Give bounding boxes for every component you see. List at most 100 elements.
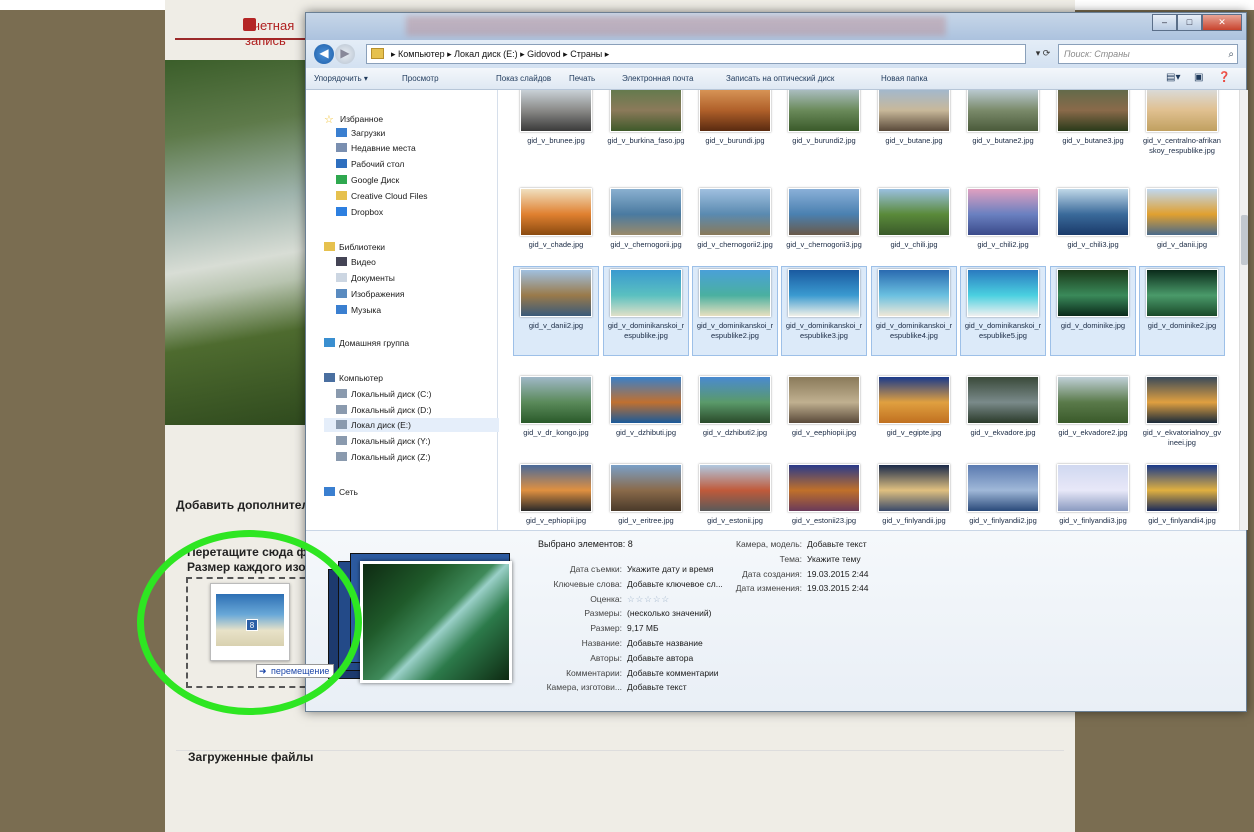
print-button[interactable]: Печать <box>569 74 595 83</box>
file-tile[interactable]: gid_v_ekvadore.jpg <box>960 374 1046 464</box>
view-button[interactable]: Просмотр <box>402 74 439 83</box>
file-tile[interactable]: gid_v_finlyandii4.jpg <box>1139 462 1225 530</box>
minimize-button[interactable]: – <box>1152 14 1177 31</box>
nav-item[interactable]: Сеть <box>324 485 358 499</box>
preview-pane-icon[interactable]: ▣ <box>1194 72 1203 83</box>
help-icon[interactable]: ❓ <box>1218 72 1230 83</box>
file-tile[interactable]: gid_v_dzhibuti.jpg <box>603 374 689 464</box>
detail-value[interactable]: Добавьте комментарии <box>627 668 719 678</box>
nav-item[interactable]: Домашняя группа <box>324 336 409 350</box>
nav-item[interactable]: Рабочий стол <box>336 157 404 171</box>
nav-item[interactable]: Загрузки <box>336 126 385 140</box>
slideshow-button[interactable]: Показ слайдов <box>496 74 551 83</box>
file-tile[interactable]: gid_v_ephiopii.jpg <box>513 462 599 530</box>
file-tile[interactable]: gid_v_butane3.jpg <box>1050 90 1136 172</box>
file-tile[interactable]: gid_v_butane.jpg <box>871 90 957 172</box>
file-tile[interactable]: gid_v_brunee.jpg <box>513 90 599 172</box>
file-tile[interactable]: gid_v_dominikanskoi_respublike4.jpg <box>871 266 957 356</box>
file-tile[interactable]: gid_v_dominikanskoi_respublike.jpg <box>603 266 689 356</box>
file-tile[interactable]: gid_v_chernogorii2.jpg <box>692 186 778 276</box>
nav-item[interactable]: Локальный диск (Y:) <box>336 434 431 448</box>
file-tile[interactable]: gid_v_dominikanskoi_respublike3.jpg <box>781 266 867 356</box>
refresh-button[interactable]: ▾ ⟳ <box>1028 44 1058 64</box>
detail-value[interactable]: (несколько значений) <box>627 608 711 618</box>
file-tile[interactable]: gid_v_eritree.jpg <box>603 462 689 530</box>
file-tile[interactable]: gid_v_estonii23.jpg <box>781 462 867 530</box>
scrollbar[interactable] <box>1239 90 1248 530</box>
detail-value[interactable]: Укажите тему <box>807 554 861 564</box>
file-tile[interactable]: gid_v_chili.jpg <box>871 186 957 276</box>
detail-value[interactable]: Добавьте текст <box>807 539 867 549</box>
file-thumbnail <box>610 269 682 317</box>
email-button[interactable]: Электронная почта <box>622 74 693 83</box>
file-tile[interactable]: gid_v_danii2.jpg <box>513 266 599 356</box>
nav-item[interactable]: Локал диск (E:) <box>324 418 504 432</box>
view-options-icon[interactable]: ▤▾ <box>1166 72 1180 83</box>
scrollbar-thumb[interactable] <box>1241 215 1248 265</box>
search-input[interactable]: Поиск: Страны ⌕ <box>1058 44 1238 64</box>
nav-item[interactable]: Документы <box>336 271 395 285</box>
nav-item[interactable]: Недавние места <box>336 141 416 155</box>
nav-item[interactable]: ☆ Избранное <box>324 112 383 126</box>
file-tile[interactable]: gid_v_dominike2.jpg <box>1139 266 1225 356</box>
file-tile[interactable]: gid_v_chili2.jpg <box>960 186 1046 276</box>
file-tile[interactable]: gid_v_chade.jpg <box>513 186 599 276</box>
detail-value[interactable]: 9,17 МБ <box>627 623 659 633</box>
new-folder-button[interactable]: Новая папка <box>881 74 928 83</box>
search-icon[interactable]: ⌕ <box>1228 46 1234 64</box>
detail-value[interactable]: ☆☆☆☆☆ <box>627 594 670 605</box>
detail-value[interactable]: Добавьте автора <box>627 653 693 663</box>
file-tile[interactable]: gid_v_ekvadore2.jpg <box>1050 374 1136 464</box>
forward-button[interactable]: ▶ <box>335 44 355 64</box>
detail-value[interactable]: Добавьте название <box>627 638 703 648</box>
detail-value[interactable]: 19.03.2015 2:44 <box>807 583 868 593</box>
detail-value[interactable]: Добавьте текст <box>627 682 687 692</box>
file-tile[interactable]: gid_v_burkina_faso.jpg <box>603 90 689 172</box>
file-tile[interactable]: gid_v_ekvatorialnoy_gvineei.jpg <box>1139 374 1225 464</box>
window-titlebar[interactable]: – □ ✕ <box>306 13 1246 43</box>
nav-item[interactable]: Локальный диск (C:) <box>336 387 431 401</box>
maximize-button[interactable]: □ <box>1177 14 1202 31</box>
file-tile[interactable]: gid_v_burundi2.jpg <box>781 90 867 172</box>
file-list[interactable]: gid_v_brunee.jpg gid_v_burkina_faso.jpg gi… <box>499 90 1239 530</box>
nav-item[interactable]: Локальный диск (D:) <box>336 403 431 417</box>
file-tile[interactable]: gid_v_dominikanskoi_respublike2.jpg <box>692 266 778 356</box>
file-tile[interactable]: gid_v_egipte.jpg <box>871 374 957 464</box>
breadcrumb[interactable]: ▸ Компьютер ▸ Локал диск (E:) ▸ Gidovod … <box>366 44 1026 64</box>
detail-value[interactable]: Добавьте ключевое сл... <box>627 579 723 589</box>
file-name: gid_v_eephiopii.jpg <box>791 428 857 437</box>
file-tile[interactable]: gid_v_dr_kongo.jpg <box>513 374 599 464</box>
nav-item[interactable]: Локальный диск (Z:) <box>336 450 431 464</box>
detail-value[interactable]: Укажите дату и время <box>627 564 714 574</box>
file-tile[interactable]: gid_v_finlyandii3.jpg <box>1050 462 1136 530</box>
nav-item[interactable]: Библиотеки <box>324 240 385 254</box>
nav-item[interactable]: Google Диск <box>336 173 399 187</box>
file-tile[interactable]: gid_v_butane2.jpg <box>960 90 1046 172</box>
nav-item[interactable]: Компьютер <box>324 371 383 385</box>
file-tile[interactable]: gid_v_chernogorii.jpg <box>603 186 689 276</box>
burn-disc-button[interactable]: Записать на оптический диск <box>726 74 834 83</box>
back-button[interactable]: ◀ <box>314 44 334 64</box>
file-tile[interactable]: gid_v_chili3.jpg <box>1050 186 1136 276</box>
nav-item[interactable]: Видео <box>336 255 376 269</box>
file-tile[interactable]: gid_v_eephiopii.jpg <box>781 374 867 464</box>
nav-item[interactable]: Изображения <box>336 287 404 301</box>
account-link[interactable]: Учетная запись <box>175 10 315 48</box>
nav-item[interactable]: Creative Cloud Files <box>336 189 428 203</box>
file-tile[interactable]: gid_v_danii.jpg <box>1139 186 1225 276</box>
detail-value[interactable]: 19.03.2015 2:44 <box>807 569 868 579</box>
file-tile[interactable]: gid_v_finlyandii2.jpg <box>960 462 1046 530</box>
file-tile[interactable]: gid_v_burundi.jpg <box>692 90 778 172</box>
file-tile[interactable]: gid_v_finlyandii.jpg <box>871 462 957 530</box>
close-button[interactable]: ✕ <box>1202 14 1242 31</box>
file-tile[interactable]: gid_v_estonii.jpg <box>692 462 778 530</box>
file-explorer-window[interactable]: – □ ✕ ◀ ▶ ▸ Компьютер ▸ Локал диск (E:) … <box>305 12 1248 712</box>
file-tile[interactable]: gid_v_chernogorii3.jpg <box>781 186 867 276</box>
organize-button[interactable]: Упорядочить ▾ <box>314 74 368 83</box>
file-tile[interactable]: gid_v_dominikanskoi_respublike5.jpg <box>960 266 1046 356</box>
file-tile[interactable]: gid_v_dominike.jpg <box>1050 266 1136 356</box>
file-tile[interactable]: gid_v_dzhibuti2.jpg <box>692 374 778 464</box>
nav-item[interactable]: Музыка <box>336 303 381 317</box>
nav-item[interactable]: Dropbox <box>336 205 383 219</box>
file-tile[interactable]: gid_v_centralno-afrikanskoy_respublike.j… <box>1139 90 1225 172</box>
